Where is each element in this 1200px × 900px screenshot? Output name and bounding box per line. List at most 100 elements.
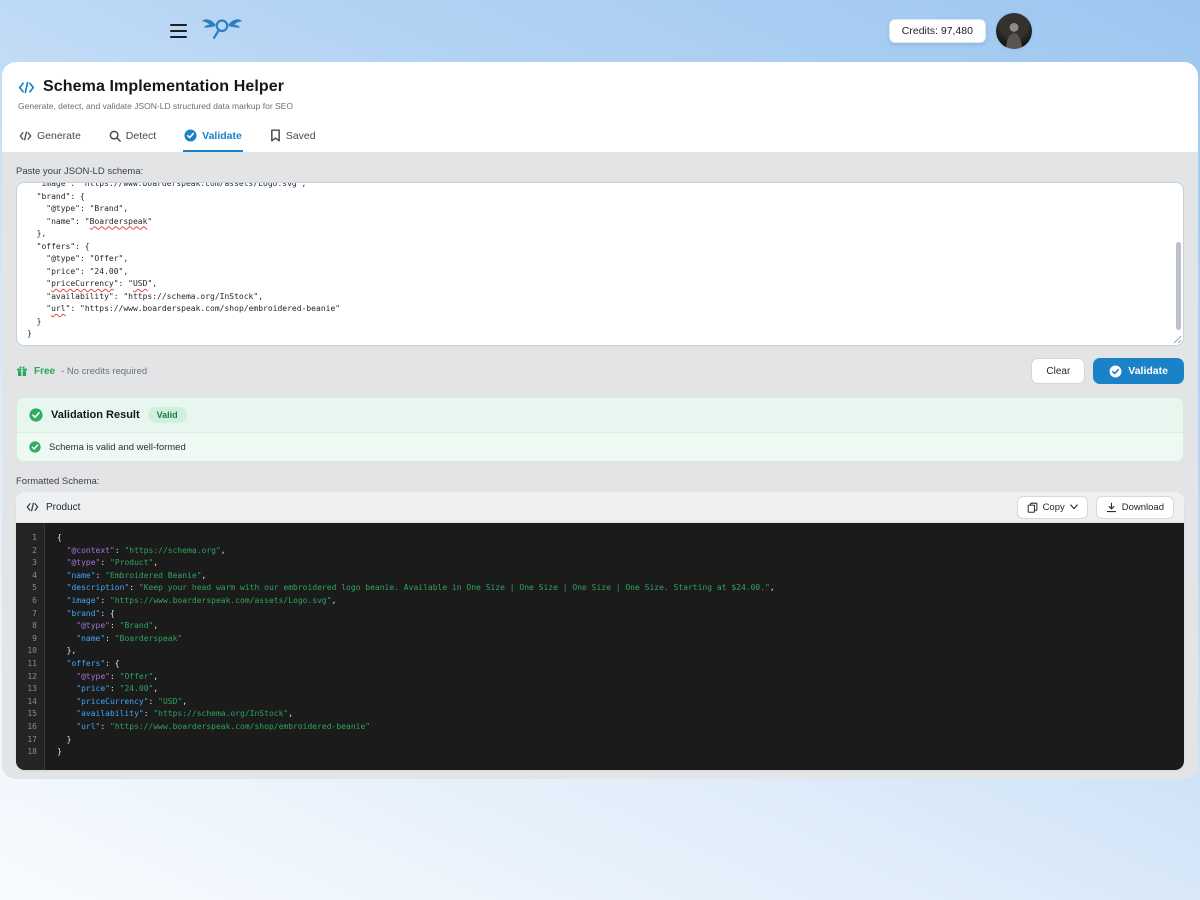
copy-icon: [1027, 502, 1038, 513]
gift-icon: [16, 365, 28, 377]
editor-line: "offers": {: [27, 241, 1173, 254]
editor-line: "price": "24.00",: [27, 266, 1173, 279]
credits-badge: Credits: 97,480: [889, 19, 986, 43]
line-number: 11: [16, 658, 37, 671]
editor-line: "availability": "https://schema.org/InSt…: [27, 291, 1173, 304]
code-line: },: [57, 645, 1184, 658]
code-line: "image": "https://www.boarderspeak.com/a…: [57, 595, 1184, 608]
code-card-header: Product Copy: [16, 492, 1184, 523]
code-line: "description": "Keep your head warm with…: [57, 582, 1184, 595]
schema-editor-content: "image": "https://www.boarderspeak.com/a…: [17, 182, 1183, 341]
valid-status-badge: Valid: [148, 407, 187, 423]
code-icon: [26, 502, 39, 512]
line-number: 6: [16, 595, 37, 608]
line-number: 14: [16, 696, 37, 709]
editor-line: }: [27, 328, 1173, 341]
validation-result-panel: Validation Result Valid Schema is valid …: [16, 397, 1184, 462]
tab-bar: Generate Detect Validate Saved: [18, 123, 1182, 152]
editor-line: }: [27, 316, 1173, 329]
validation-message: Schema is valid and well-formed: [49, 442, 186, 453]
code-line: "name": "Boarderspeak": [57, 633, 1184, 646]
check-circle-icon: [184, 129, 197, 142]
free-label: Free: [34, 366, 55, 377]
page-header-card: Schema Implementation Helper Generate, d…: [2, 62, 1198, 152]
tab-label: Saved: [286, 130, 316, 142]
code-icon: [19, 131, 32, 141]
page-title: Schema Implementation Helper: [43, 78, 284, 96]
boarderspeak-logo[interactable]: [201, 15, 243, 48]
editor-line: "name": "Boarderspeak": [27, 216, 1173, 229]
code-line: "@type": "Product",: [57, 557, 1184, 570]
resize-handle-icon[interactable]: [1172, 334, 1182, 344]
clear-button[interactable]: Clear: [1031, 358, 1085, 384]
tab-validate[interactable]: Validate: [183, 123, 243, 152]
editor-scrollbar-thumb[interactable]: [1176, 242, 1181, 330]
line-number: 3: [16, 557, 37, 570]
code-line: "name": "Embroidered Beanie",: [57, 570, 1184, 583]
validate-button-label: Validate: [1128, 365, 1168, 377]
line-number-gutter: 123456789101112131415161718: [16, 523, 45, 770]
download-icon: [1106, 502, 1117, 513]
code-line: "offers": {: [57, 658, 1184, 671]
editor-line: "brand": {: [27, 191, 1173, 204]
editor-line: },: [27, 228, 1173, 241]
line-number: 18: [16, 746, 37, 759]
main-content: Paste your JSON-LD schema: "image": "htt…: [2, 152, 1198, 779]
editor-line: "@type": "Brand",: [27, 203, 1173, 216]
topbar-right: Credits: 97,480: [889, 13, 1032, 49]
line-number: 5: [16, 582, 37, 595]
tab-detect[interactable]: Detect: [108, 123, 157, 152]
check-circle-icon: [1109, 365, 1122, 378]
tab-label: Generate: [37, 130, 81, 142]
chevron-down-icon: [1070, 504, 1078, 510]
code-line: }: [57, 734, 1184, 747]
actions-row: Free - No credits required Clear Validat…: [16, 358, 1184, 384]
formatted-schema-label: Formatted Schema:: [16, 476, 1184, 487]
validation-message-row: Schema is valid and well-formed: [17, 433, 1183, 461]
validation-result-title: Validation Result: [51, 409, 140, 421]
schema-editor[interactable]: "image": "https://www.boarderspeak.com/a…: [16, 182, 1184, 346]
editor-line: "@type": "Offer",: [27, 253, 1173, 266]
copy-button-label: Copy: [1043, 502, 1065, 513]
free-note: - No credits required: [61, 366, 147, 377]
code-line: "priceCurrency": "USD",: [57, 696, 1184, 709]
copy-button[interactable]: Copy: [1017, 496, 1088, 519]
search-icon: [109, 130, 121, 142]
download-button[interactable]: Download: [1096, 496, 1174, 519]
line-number: 17: [16, 734, 37, 747]
editor-line: "url": "https://www.boarderspeak.com/sho…: [27, 303, 1173, 316]
code-line: "price": "24.00",: [57, 683, 1184, 696]
validation-result-header: Validation Result Valid: [17, 398, 1183, 433]
code-line: "@context": "https://schema.org",: [57, 545, 1184, 558]
code-icon: [18, 81, 35, 94]
check-circle-icon: [29, 408, 43, 422]
page-subtitle: Generate, detect, and validate JSON-LD s…: [18, 101, 1182, 111]
editor-line: "image": "https://www.boarderspeak.com/a…: [27, 182, 1173, 191]
code-line: "url": "https://www.boarderspeak.com/sho…: [57, 721, 1184, 734]
line-number: 1: [16, 532, 37, 545]
tab-label: Validate: [202, 130, 242, 142]
editor-label: Paste your JSON-LD schema:: [16, 166, 1184, 177]
code-line: "@type": "Offer",: [57, 671, 1184, 684]
code-line: }: [57, 746, 1184, 759]
validate-button[interactable]: Validate: [1093, 358, 1184, 384]
code-lines: { "@context": "https://schema.org", "@ty…: [45, 523, 1184, 770]
topbar-left: [168, 15, 243, 48]
line-number: 10: [16, 645, 37, 658]
hamburger-menu-icon[interactable]: [168, 22, 189, 40]
tab-generate[interactable]: Generate: [18, 123, 82, 152]
editor-line: "priceCurrency": "USD",: [27, 278, 1173, 291]
winged-magnifier-logo-icon: [201, 15, 243, 43]
user-avatar[interactable]: [996, 13, 1032, 49]
tab-label: Detect: [126, 130, 156, 142]
tab-saved[interactable]: Saved: [269, 123, 317, 152]
code-line: {: [57, 532, 1184, 545]
free-indicator: Free - No credits required: [16, 365, 147, 377]
bookmark-icon: [270, 129, 281, 142]
line-number: 7: [16, 608, 37, 621]
code-line: "brand": {: [57, 608, 1184, 621]
download-button-label: Download: [1122, 502, 1164, 513]
check-circle-icon: [29, 441, 41, 453]
line-number: 16: [16, 721, 37, 734]
line-number: 8: [16, 620, 37, 633]
